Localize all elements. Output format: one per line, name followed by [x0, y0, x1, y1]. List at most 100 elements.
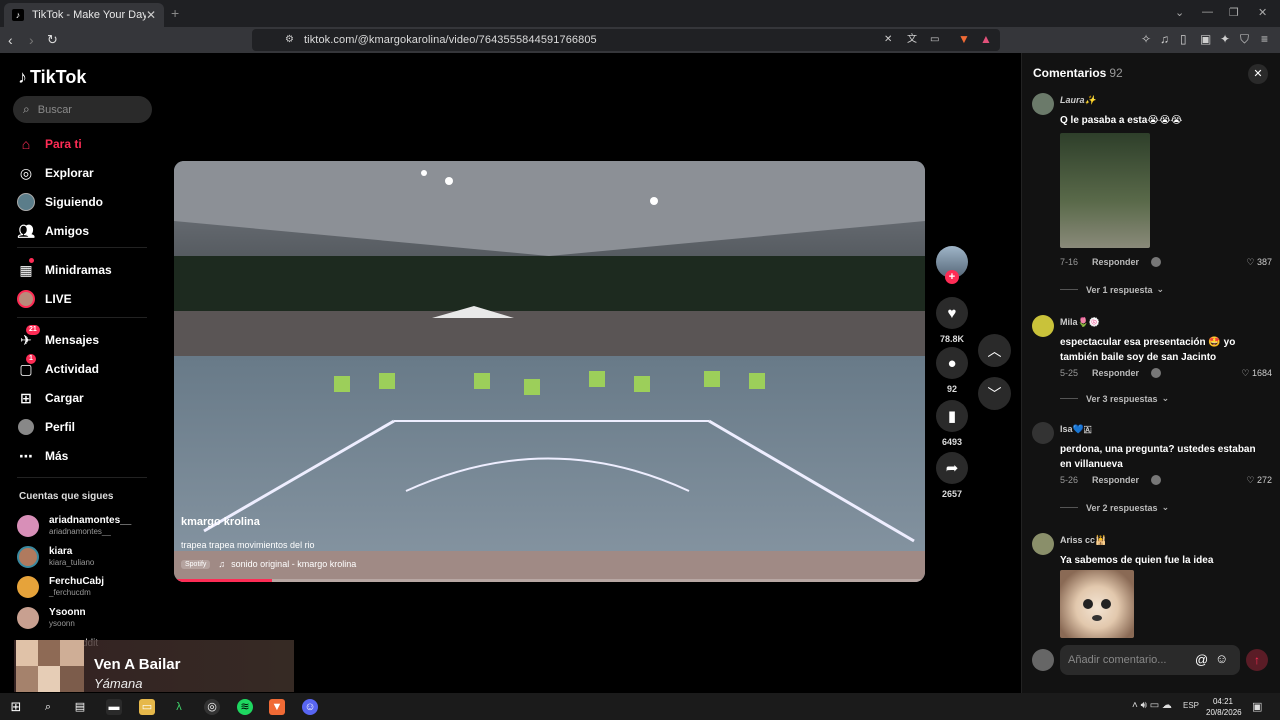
search-box[interactable]: ⌕ — [13, 96, 152, 123]
close-window-icon[interactable]: ✕ — [1258, 6, 1267, 19]
next-video-button[interactable]: ﹀ — [978, 377, 1011, 410]
address-bar[interactable]: ⚙ tiktok.com/@kmargokarolina/video/76435… — [252, 29, 1000, 51]
forward-icon[interactable]: › — [29, 32, 34, 48]
avatar[interactable] — [1032, 93, 1054, 115]
close-tab-icon[interactable]: ✕ — [146, 8, 156, 22]
nav-item-mas[interactable]: ⋯ Más — [17, 445, 68, 467]
comment-user[interactable]: Mila🌷🍥 — [1060, 317, 1100, 328]
wallet-icon[interactable]: ▣ — [1200, 32, 1211, 46]
spotify-icon[interactable]: ≋ — [237, 699, 253, 715]
notifications-icon[interactable]: ▣ — [1252, 700, 1262, 713]
spotify-badge[interactable]: Spotify — [181, 559, 211, 569]
minimize-icon[interactable]: — — [1202, 6, 1213, 18]
app-icon[interactable]: ▬ — [106, 699, 122, 715]
emoji-icon[interactable]: ☺ — [1215, 651, 1228, 666]
save-action[interactable]: ▮ 6493 — [935, 400, 969, 447]
nav-item-amigos[interactable]: 👥︎ Amigos — [17, 220, 89, 242]
mute-icon[interactable]: ✕ — [884, 33, 892, 47]
nav-item-para-ti[interactable]: ⌂ Para ti — [17, 133, 82, 155]
reply-button[interactable]: Responder — [1092, 368, 1139, 378]
comment-like[interactable]: ♡ 387 — [1246, 257, 1272, 268]
browser-tab[interactable]: ♪ TikTok - Make Your Day ✕ — [4, 3, 164, 27]
reply-button[interactable]: Responder — [1092, 475, 1139, 485]
video-sound[interactable]: Spotify ♫ sonido original - kmargo kroli… — [181, 559, 356, 569]
clock[interactable]: 04:21 20/8/2026 — [1206, 696, 1242, 718]
following-account[interactable]: FerchuCabj _ferchucdm — [17, 574, 104, 600]
nav-item-actividad[interactable]: ▢ 1 Actividad — [17, 354, 99, 380]
task-view-icon[interactable]: ▤ — [72, 699, 88, 715]
avatar[interactable] — [1032, 422, 1054, 444]
following-account[interactable]: Ysoonn ysoonn — [17, 605, 86, 631]
brave-shields-icon[interactable]: ▼ — [958, 32, 970, 46]
search-input[interactable] — [37, 103, 138, 116]
search-icon[interactable]: ⌕ — [40, 699, 56, 715]
comment-image[interactable] — [1060, 570, 1134, 638]
new-tab-icon[interactable]: + — [171, 5, 179, 21]
following-account[interactable]: ariadnamontes__ ariadnamontes__ — [17, 513, 131, 539]
spotify-mini-player[interactable]: Ven A Bailar Yámana — [14, 640, 294, 692]
view-replies[interactable]: Ver 2 respuestas ⌄ — [1060, 502, 1169, 513]
windows-start-icon[interactable]: ⊞ — [8, 699, 24, 715]
back-icon[interactable]: ‹ — [8, 32, 13, 48]
comment-image[interactable] — [1060, 133, 1150, 248]
terminal-icon[interactable]: λ — [171, 699, 187, 715]
share-action[interactable]: ➦ 2657 — [935, 452, 969, 499]
video-progress-bar[interactable] — [174, 579, 925, 582]
comment-user[interactable]: Ariss cc🕌 — [1060, 535, 1106, 546]
vpn-icon[interactable]: ⛉ — [1240, 32, 1249, 46]
view-replies[interactable]: Ver 3 respuestas ⌄ — [1060, 393, 1169, 404]
tab-search-icon[interactable]: ⌄ — [1175, 6, 1184, 19]
system-tray-icons[interactable]: ˄ 🔊︎ ▭ ☁ — [1132, 700, 1172, 711]
site-info-icon[interactable]: ⚙ — [285, 33, 294, 47]
mention-icon[interactable]: @ — [1195, 652, 1208, 667]
video-player[interactable]: kmargo krolina trapea trapea movimientos… — [174, 161, 925, 582]
url-text[interactable]: tiktok.com/@kmargokarolina/video/7643555… — [304, 34, 597, 46]
comment-input[interactable] — [1060, 645, 1240, 675]
nav-item-cargar[interactable]: ⊞ Cargar — [17, 387, 84, 409]
sidebar-toggle-icon[interactable]: ▯ — [1180, 32, 1187, 46]
reply-button[interactable]: Responder — [1092, 257, 1139, 267]
nav-item-minidramas[interactable]: ▦ Minidramas — [17, 258, 112, 281]
comment-like[interactable]: ♡ 1684 — [1241, 368, 1272, 379]
tiktok-logo[interactable]: ♪ TikTok — [18, 67, 86, 88]
nav-item-perfil[interactable]: Perfil — [17, 416, 75, 438]
file-explorer-icon[interactable]: ▭ — [139, 699, 155, 715]
comment-user[interactable]: Isa💙🇦 — [1060, 424, 1092, 435]
discord-icon[interactable]: ☺ — [302, 699, 318, 715]
nav-item-live[interactable]: LIVE — [17, 288, 72, 310]
send-button[interactable]: ↑ — [1246, 649, 1268, 671]
obs-icon[interactable]: ◎ — [204, 699, 220, 715]
avatar[interactable] — [1032, 315, 1054, 337]
comment-action[interactable]: ● 92 — [935, 347, 969, 394]
view-replies[interactable]: Ver 1 respuesta ⌄ — [1060, 284, 1164, 295]
media-icon[interactable]: ♫ — [1160, 32, 1169, 46]
avatar[interactable] — [1032, 533, 1054, 555]
video-author[interactable]: kmargo krolina — [181, 516, 260, 528]
restore-icon[interactable]: ❐ — [1229, 6, 1239, 19]
comment-icon[interactable]: ● — [936, 347, 968, 379]
comment-like[interactable]: ♡ 272 — [1246, 475, 1272, 486]
nav-item-siguiendo[interactable]: Siguiendo — [17, 191, 103, 213]
nav-item-explorar[interactable]: ◎ Explorar — [17, 162, 94, 184]
close-comments-button[interactable]: ✕ — [1248, 64, 1268, 84]
nav-item-mensajes[interactable]: ✈ 21 Mensajes — [17, 325, 99, 351]
comment-user[interactable]: Laura✨ — [1060, 95, 1096, 106]
comment-meta: 5-26 Responder — [1060, 475, 1162, 485]
share-icon[interactable]: ➦ — [936, 452, 968, 484]
heart-icon[interactable]: ♥ — [936, 297, 968, 329]
reload-icon[interactable]: ↻ — [47, 32, 58, 48]
cast-icon[interactable]: ▭ — [930, 33, 939, 47]
follow-plus-icon[interactable]: + — [945, 270, 959, 284]
previous-video-button[interactable]: ︿ — [978, 334, 1011, 367]
menu-icon[interactable]: ≡ — [1261, 32, 1268, 46]
leo-ai-icon[interactable]: ✦ — [1220, 32, 1230, 46]
extensions-icon[interactable]: ✧ — [1141, 32, 1151, 46]
following-account[interactable]: kiara kiara_tuliano — [17, 544, 94, 570]
brave-browser-icon[interactable]: ▼ — [269, 699, 285, 715]
brave-rewards-icon[interactable]: ▲ — [980, 32, 992, 46]
language-indicator[interactable]: ESP — [1183, 701, 1199, 710]
translate-icon[interactable]: 文 — [907, 33, 917, 47]
comment-text: Q le pasaba a esta😭😭😭 — [1060, 115, 1183, 126]
bookmark-icon[interactable]: ▮ — [936, 400, 968, 432]
like-action[interactable]: ♥ 78.8K — [935, 297, 969, 344]
